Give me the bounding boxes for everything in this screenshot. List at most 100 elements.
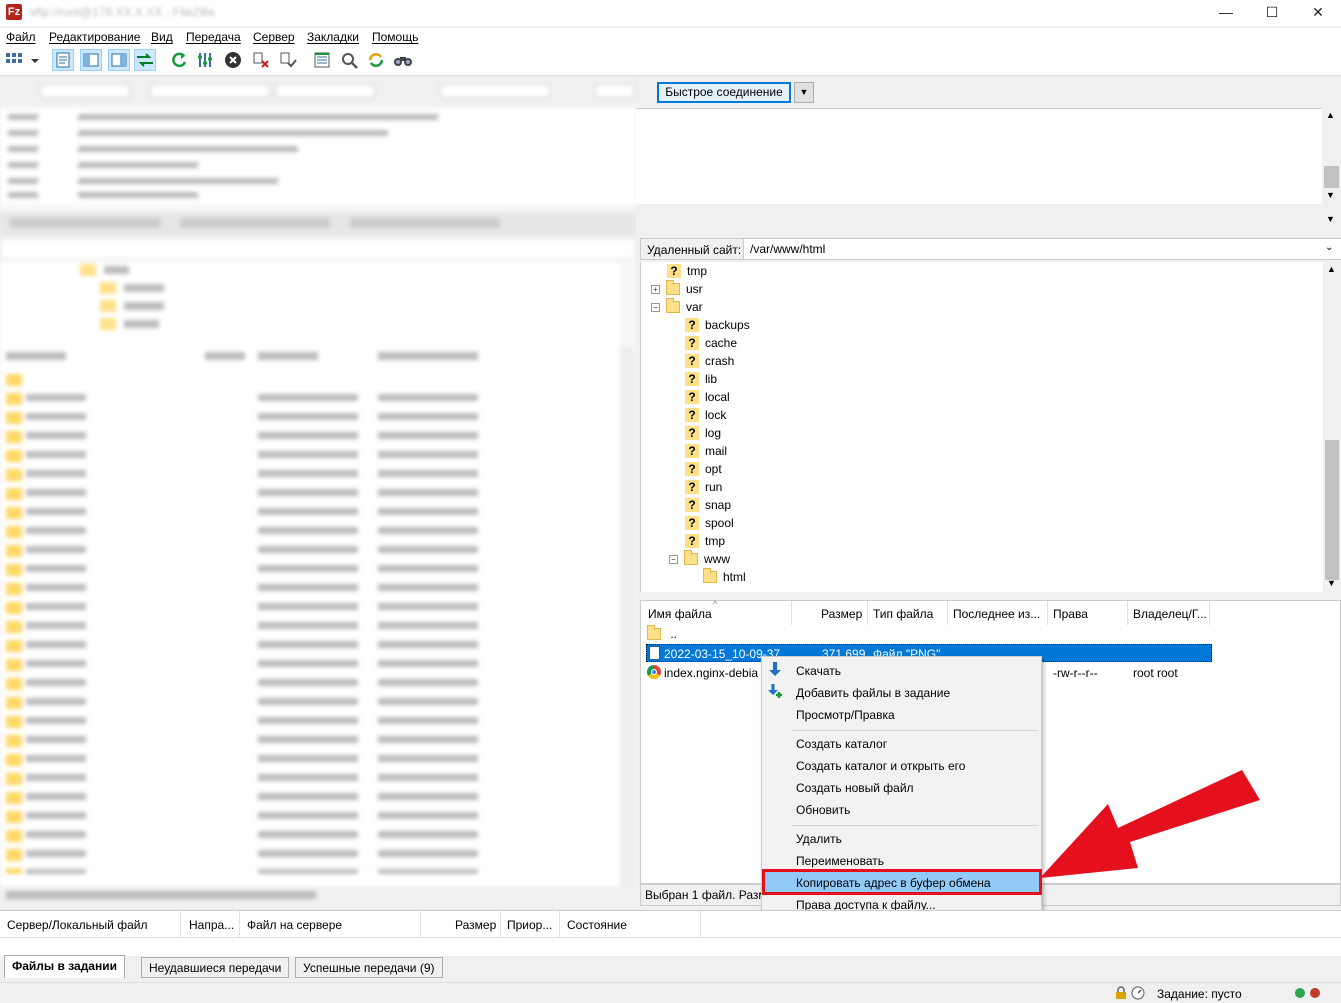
tab-failed-transfers[interactable]: Неудавшиеся передачи [141, 957, 290, 978]
toggle-log-icon[interactable] [52, 49, 74, 71]
scroll-up-icon[interactable]: ▲ [1326, 110, 1335, 120]
tree-item-opt[interactable]: ? opt [685, 460, 722, 478]
search-files-icon[interactable] [392, 49, 414, 71]
column-modified[interactable]: Последнее из... [953, 607, 1040, 621]
ctx-refresh[interactable]: Обновить [796, 803, 850, 817]
speed-limit-icon[interactable] [1131, 986, 1145, 1003]
queue-col-status[interactable]: Состояние [567, 918, 627, 932]
tree-item-usr[interactable]: + usr [651, 280, 703, 298]
tree-scroll-thumb[interactable] [1325, 440, 1339, 580]
quickconnect-button[interactable]: Быстрое соединение [657, 82, 791, 103]
tree-item-var[interactable]: − var [651, 298, 703, 316]
menu-edit[interactable]: Редактирование [49, 30, 140, 44]
sync-browsing-icon[interactable] [365, 49, 387, 71]
queue-col-remote-file[interactable]: Файл на сервере [247, 918, 342, 932]
scroll-down-icon[interactable]: ▼ [1326, 190, 1335, 200]
remote-path-input[interactable]: /var/www/html [743, 239, 1341, 259]
process-queue-icon[interactable] [195, 49, 217, 71]
tree-item-label: spool [705, 516, 734, 530]
tree-item-label: backups [705, 318, 750, 332]
close-button[interactable]: ✕ [1295, 0, 1341, 26]
menu-file[interactable]: Файл [6, 30, 36, 44]
disconnect-icon[interactable] [250, 49, 272, 71]
queue-list [0, 938, 1341, 956]
minimize-button[interactable]: — [1203, 0, 1249, 26]
folder-icon [647, 624, 661, 640]
site-manager-icon[interactable] [4, 49, 40, 71]
queue-col-size[interactable]: Размер [455, 918, 496, 932]
collapse-icon[interactable]: − [651, 302, 660, 312]
chevron-down-icon[interactable]: ⌄ [1325, 242, 1333, 253]
maximize-button[interactable]: ☐ [1249, 0, 1295, 26]
column-permissions[interactable]: Права [1053, 607, 1088, 621]
column-filename[interactable]: Имя файла [648, 607, 712, 621]
cancel-operation-icon[interactable] [222, 49, 244, 71]
log-scroll-thumb[interactable] [1324, 166, 1339, 188]
tree-item-run[interactable]: ? run [685, 478, 722, 496]
menu-bookmarks[interactable]: Закладки [307, 30, 359, 44]
scroll-up-icon[interactable]: ▲ [1327, 264, 1336, 274]
tree-item-tmp[interactable]: ? tmp [667, 262, 707, 280]
unknown-folder-icon: ? [685, 426, 699, 440]
collapse-icon[interactable]: − [669, 554, 678, 564]
ctx-copy-url[interactable]: Копировать адрес в буфер обмена [796, 876, 991, 890]
annotation-arrow-icon [1040, 770, 1260, 878]
column-type[interactable]: Тип файла [873, 607, 933, 621]
window-title: sftp://root@178.XX.X.XX - FileZilla [30, 5, 215, 19]
tree-item-tmp[interactable]: ? tmp [685, 532, 725, 550]
ctx-rename[interactable]: Переименовать [796, 854, 884, 868]
tree-item-cache[interactable]: ? cache [685, 334, 737, 352]
menu-transfer[interactable]: Передача [186, 30, 241, 44]
tab-successful-transfers[interactable]: Успешные передачи (9) [295, 957, 443, 978]
tabs-dropdown-icon[interactable]: ▼ [1326, 214, 1335, 224]
tree-item-html[interactable]: html [703, 568, 746, 586]
tree-item-crash[interactable]: ? crash [685, 352, 734, 370]
unknown-folder-icon: ? [685, 318, 699, 332]
ctx-view-edit[interactable]: Просмотр/Правка [796, 708, 895, 722]
ctx-download[interactable]: Скачать [796, 664, 841, 678]
tree-item-www[interactable]: − www [669, 550, 730, 568]
column-size[interactable]: Размер [821, 607, 862, 621]
unknown-folder-icon: ? [685, 480, 699, 494]
reconnect-icon[interactable] [277, 49, 299, 71]
queue-col-priority[interactable]: Приор... [507, 918, 552, 932]
menu-help[interactable]: Помощь [372, 30, 418, 44]
ctx-add-to-queue[interactable]: Добавить файлы в задание [796, 686, 950, 700]
table-row[interactable]: .. [647, 624, 678, 641]
tree-item-local[interactable]: ? local [685, 388, 730, 406]
chrome-file-icon [647, 665, 661, 679]
tree-scrollbar[interactable]: ▲ ▼ [1323, 262, 1341, 592]
quickconnect-dropdown[interactable]: ▼ [794, 82, 814, 103]
column-owner[interactable]: Владелец/Г... [1133, 607, 1207, 621]
log-scrollbar[interactable]: ▲ ▼ [1322, 108, 1341, 204]
tree-item-lock[interactable]: ? lock [685, 406, 726, 424]
tab-queued-files[interactable]: Файлы в задании [4, 955, 125, 978]
directory-listing-filter-icon[interactable] [311, 49, 333, 71]
file-name: .. [670, 626, 678, 641]
expand-icon[interactable]: + [651, 284, 660, 294]
unknown-folder-icon: ? [685, 444, 699, 458]
menu-view[interactable]: Вид [151, 30, 173, 44]
tree-item-snap[interactable]: ? snap [685, 496, 731, 514]
ctx-create-file[interactable]: Создать новый файл [796, 781, 914, 795]
scroll-down-icon[interactable]: ▼ [1327, 578, 1336, 588]
queue-col-server-local[interactable]: Сервер/Локальный файл [7, 918, 147, 932]
menu-server[interactable]: Сервер [253, 30, 295, 44]
tree-item-lib[interactable]: ? lib [685, 370, 717, 388]
unknown-folder-icon: ? [685, 336, 699, 350]
ctx-create-directory[interactable]: Создать каталог [796, 737, 887, 751]
tree-item-label: lib [705, 372, 718, 386]
refresh-icon[interactable] [168, 49, 190, 71]
compare-directories-icon[interactable] [338, 49, 360, 71]
tree-item-label: local [705, 390, 730, 404]
toggle-queue-icon[interactable] [134, 49, 156, 71]
tree-item-mail[interactable]: ? mail [685, 442, 727, 460]
tree-item-spool[interactable]: ? spool [685, 514, 734, 532]
tree-item-backups[interactable]: ? backups [685, 316, 750, 334]
ctx-create-directory-open[interactable]: Создать каталог и открыть его [796, 759, 965, 773]
toggle-local-tree-icon[interactable] [80, 49, 102, 71]
queue-col-direction[interactable]: Напра... [189, 918, 234, 932]
tree-item-log[interactable]: ? log [685, 424, 721, 442]
toggle-remote-tree-icon[interactable] [108, 49, 130, 71]
ctx-delete[interactable]: Удалить [796, 832, 842, 846]
